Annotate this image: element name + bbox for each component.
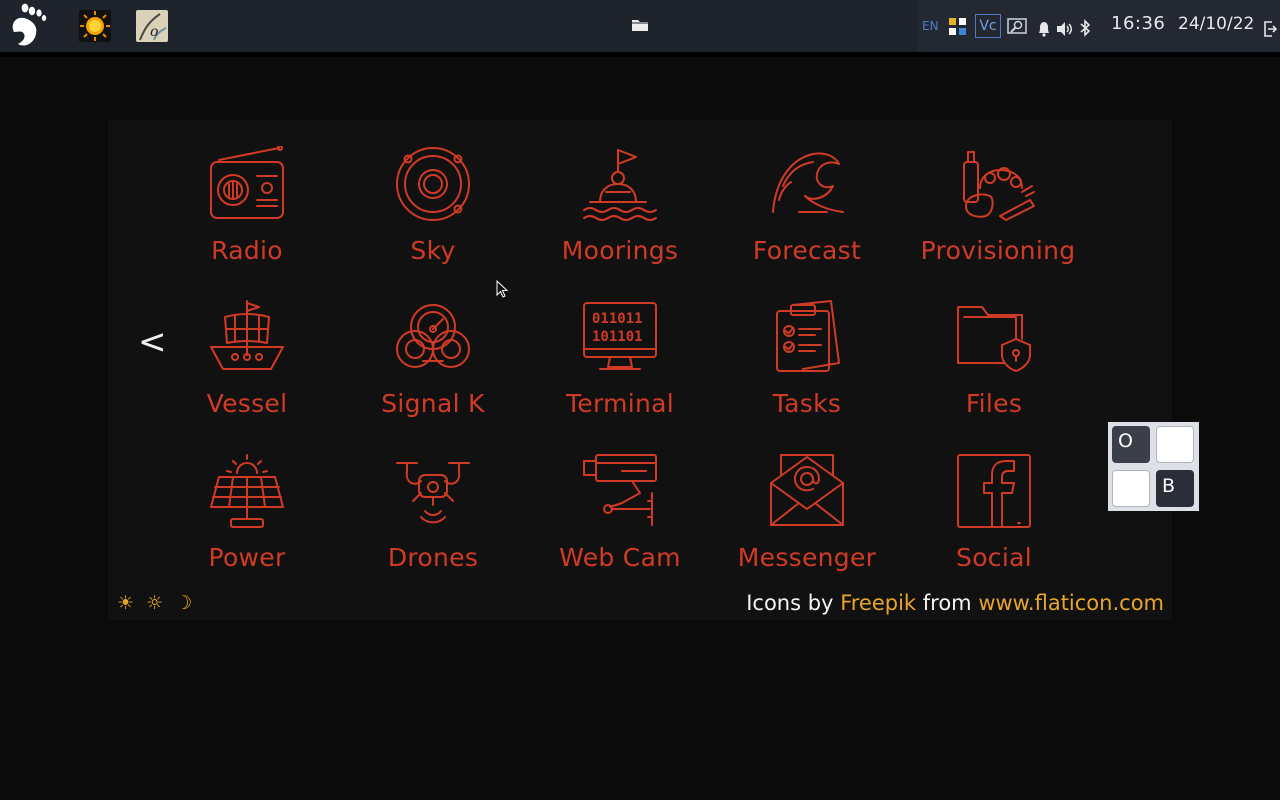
app-label: Forecast	[752, 236, 862, 265]
app-signal-k[interactable]: Signal K	[343, 299, 523, 439]
app-label: Provisioning	[920, 236, 1076, 265]
flaticon-link[interactable]: www.flaticon.com	[978, 591, 1164, 615]
bright-theme-icon[interactable]: ☀	[117, 592, 134, 614]
credits-prefix: Icons by	[746, 591, 834, 615]
gauge-icon	[396, 304, 470, 368]
app-label: Moorings	[561, 236, 679, 265]
keyboard-key-o[interactable]: O	[1112, 426, 1150, 463]
volume-icon[interactable]	[1056, 18, 1074, 40]
folder-icon[interactable]	[631, 18, 649, 32]
sun-icon	[80, 11, 110, 41]
chart-plotter-launcher[interactable]: o	[136, 10, 168, 42]
app-label: Drones	[387, 543, 479, 572]
svg-text:101101: 101101	[592, 329, 643, 345]
app-label: Signal K	[381, 389, 485, 418]
theme-switcher: ☀ ☼ ☽	[117, 592, 198, 614]
vnc-indicator[interactable]: Vc	[975, 14, 1001, 38]
app-label: Tasks	[772, 389, 842, 418]
credits-middle: from	[922, 591, 972, 615]
radio-icon	[210, 146, 284, 219]
app-social[interactable]: Social	[904, 453, 1084, 593]
facebook-icon	[957, 454, 1031, 528]
app-drones[interactable]: Drones	[343, 453, 523, 593]
app-terminal[interactable]: 011011 101101 Terminal	[530, 299, 710, 439]
secure-folder-icon	[957, 306, 1031, 372]
night-theme-icon[interactable]: ☽	[175, 592, 192, 614]
clock-time[interactable]: 16:36	[1111, 13, 1165, 35]
bluetooth-icon[interactable]	[1079, 17, 1091, 39]
svg-text:011011: 011011	[592, 311, 643, 327]
app-label: Vessel	[206, 389, 288, 418]
binary-monitor-icon: 011011 101101	[583, 302, 657, 370]
app-label: Radio	[211, 236, 283, 265]
svg-text:o: o	[150, 24, 158, 40]
app-label: Terminal	[565, 389, 675, 418]
app-power[interactable]: Power	[157, 453, 337, 593]
app-tasks[interactable]: Tasks	[717, 299, 897, 439]
security-camera-icon	[583, 454, 657, 526]
app-vessel[interactable]: Vessel	[157, 299, 337, 439]
groceries-icon	[963, 151, 1035, 221]
email-envelope-icon	[770, 454, 844, 526]
app-label: Web Cam	[559, 543, 681, 572]
sailing-ship-icon	[210, 300, 284, 370]
clock-date[interactable]: 24/10/22	[1178, 13, 1254, 35]
icon-credits: Icons by Freepik from www.flaticon.com	[746, 591, 1164, 615]
language-indicator[interactable]: EN	[922, 15, 939, 37]
app-provisioning[interactable]: Provisioning	[908, 146, 1088, 286]
keyboard-key-blank[interactable]	[1156, 426, 1194, 463]
planet-orbit-icon	[396, 147, 470, 221]
app-moorings[interactable]: Moorings	[530, 146, 710, 286]
freepik-link[interactable]: Freepik	[840, 591, 916, 615]
gnome-foot-icon[interactable]	[8, 2, 50, 50]
workspace-switcher-icon[interactable]	[948, 16, 968, 38]
magnifier-icon[interactable]	[1007, 16, 1027, 38]
checklist-icon	[776, 300, 840, 372]
keyboard-key-blank[interactable]	[1112, 470, 1150, 507]
app-label: Social	[956, 543, 1032, 572]
mouse-pointer-icon	[496, 280, 508, 298]
app-radio[interactable]: Radio	[157, 146, 337, 286]
wave-icon	[772, 152, 844, 213]
dim-theme-icon[interactable]: ☼	[146, 592, 163, 614]
app-label: Messenger	[737, 543, 877, 572]
app-label: Files	[965, 389, 1023, 418]
app-sky[interactable]: Sky	[343, 146, 523, 286]
app-label: Power	[208, 543, 286, 572]
keyboard-key-b[interactable]: B	[1156, 470, 1194, 507]
app-web-cam[interactable]: Web Cam	[530, 453, 710, 593]
logout-icon[interactable]	[1263, 18, 1277, 40]
solar-panel-icon	[210, 454, 284, 528]
weather-launcher[interactable]	[79, 10, 111, 42]
top-panel: o EN Vc 16:36 24/10/22	[0, 0, 1280, 57]
nautical-chart-icon: o	[139, 13, 167, 41]
drone-icon	[396, 462, 470, 524]
app-files[interactable]: Files	[904, 299, 1084, 439]
onboard-keyboard-widget[interactable]: O B	[1108, 422, 1199, 511]
app-label: Sky	[410, 236, 456, 265]
app-forecast[interactable]: Forecast	[717, 146, 897, 286]
app-messenger[interactable]: Messenger	[717, 453, 897, 593]
bell-icon[interactable]	[1037, 18, 1051, 40]
buoy-icon	[583, 149, 657, 221]
